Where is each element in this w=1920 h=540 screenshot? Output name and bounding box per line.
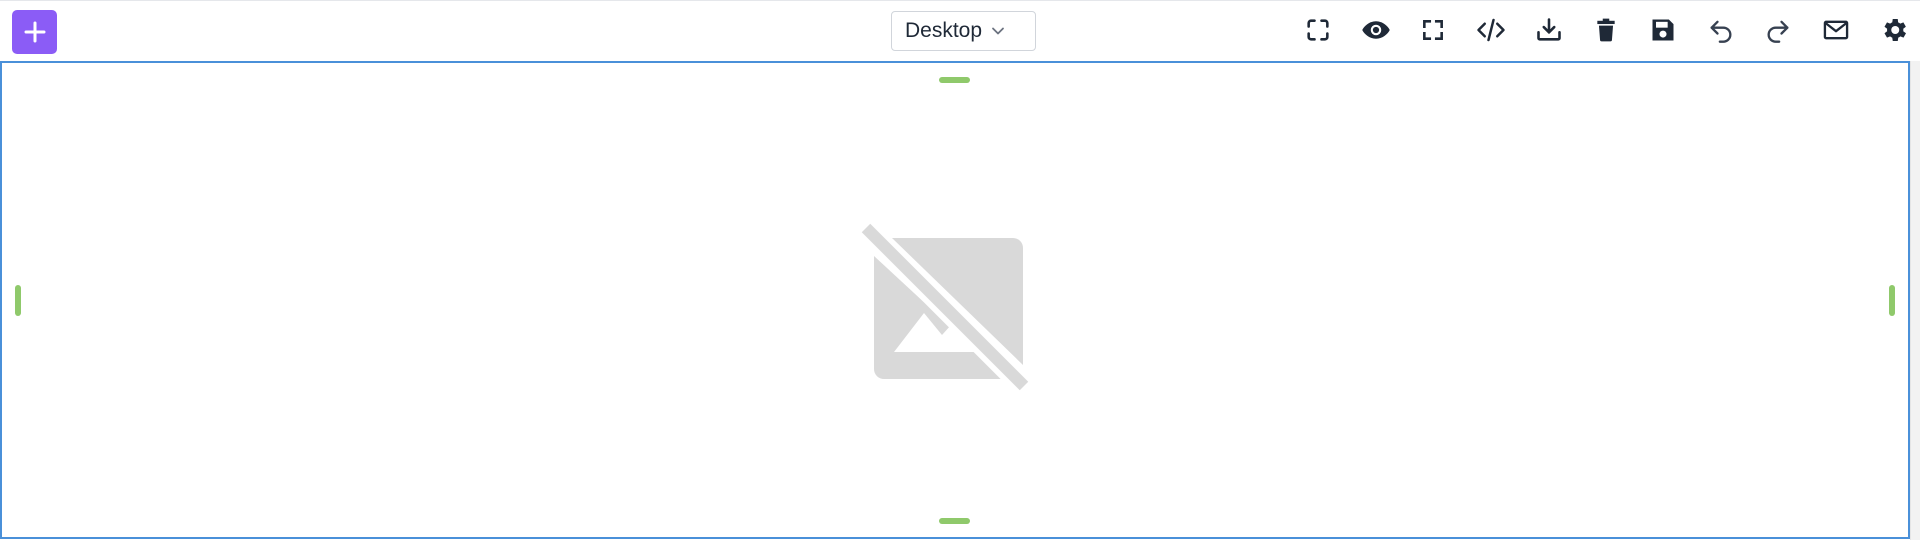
select-mode-icon	[1307, 19, 1329, 41]
gear-icon	[1884, 19, 1906, 41]
resize-handle-bottom[interactable]	[939, 518, 970, 524]
image-placeholder[interactable]	[856, 218, 1036, 398]
preview-icon	[1362, 21, 1390, 39]
download-icon	[1537, 18, 1561, 41]
resize-handle-left[interactable]	[15, 285, 21, 316]
plus-icon	[24, 21, 45, 43]
canvas-scrollbar[interactable]	[1910, 61, 1920, 540]
preview-button[interactable]	[1360, 14, 1392, 46]
download-button[interactable]	[1533, 14, 1565, 46]
select-mode-button[interactable]	[1302, 14, 1334, 46]
delete-button[interactable]	[1590, 14, 1622, 46]
code-icon	[1477, 18, 1505, 42]
trash-icon	[1597, 18, 1615, 42]
save-icon	[1652, 19, 1674, 41]
undo-icon	[1710, 20, 1732, 43]
fullscreen-icon	[1423, 20, 1443, 40]
device-select-value: Desktop	[905, 19, 983, 42]
save-button[interactable]	[1647, 14, 1679, 46]
chevron-down-icon	[992, 27, 1004, 35]
device-select[interactable]: Desktop	[891, 11, 1036, 51]
top-toolbar: Desktop	[0, 0, 1920, 60]
undo-button[interactable]	[1705, 14, 1737, 46]
image-not-supported-icon	[860, 223, 1029, 398]
redo-button[interactable]	[1762, 14, 1794, 46]
redo-icon	[1767, 20, 1789, 43]
fullscreen-button[interactable]	[1417, 14, 1449, 46]
resize-handle-top[interactable]	[939, 77, 970, 83]
mail-icon	[1823, 20, 1849, 40]
resize-handle-right[interactable]	[1889, 285, 1895, 316]
code-button[interactable]	[1475, 14, 1507, 46]
add-block-button[interactable]	[12, 10, 57, 54]
settings-button[interactable]	[1878, 14, 1910, 46]
mail-button[interactable]	[1820, 14, 1852, 46]
